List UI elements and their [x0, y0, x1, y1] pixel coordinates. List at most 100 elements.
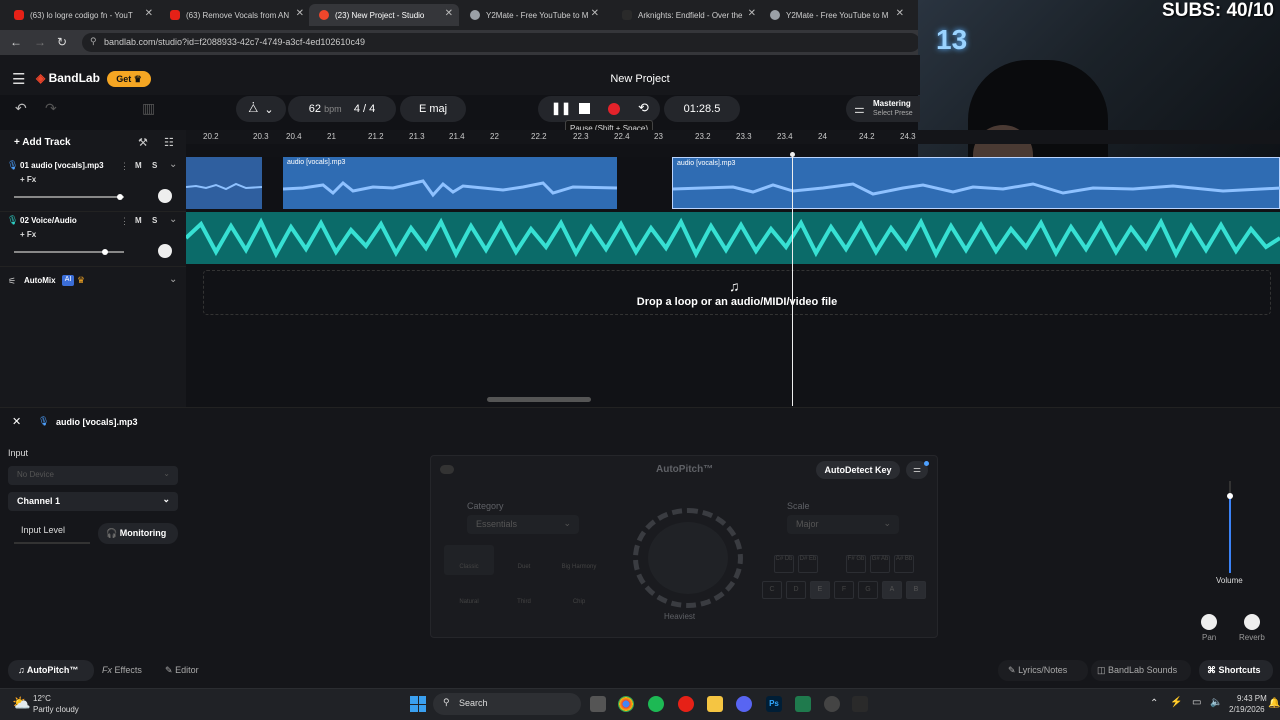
browser-tab[interactable]: Arknights: Endfield - Over the ✕ — [612, 4, 762, 26]
chevron-up-icon[interactable]: ⌃ — [1150, 698, 1158, 709]
app-icon[interactable] — [824, 696, 840, 712]
preset-third[interactable]: Third — [499, 580, 549, 610]
close-icon[interactable]: ✕ — [12, 415, 21, 428]
loop-icon[interactable]: ⟲ — [638, 100, 649, 116]
add-track-button[interactable]: + Add Track — [14, 137, 71, 148]
menu-icon[interactable]: ☰ — [12, 70, 25, 88]
browser-tab[interactable]: (63) lo logre codigo fn - YouT ✕ — [4, 4, 159, 26]
slider-handle[interactable] — [117, 194, 123, 200]
app-icon[interactable] — [678, 696, 694, 712]
add-fx-button[interactable]: + Fx — [20, 175, 36, 184]
url-field[interactable]: ⚲ bandlab.com/studio?id=f2088933-42c7-474… — [82, 33, 920, 52]
timeline-ruler[interactable]: 20.2 20.3 20.4 21 21.2 21.3 21.4 22 22.2 22.3 22.4… — [186, 130, 1280, 144]
bandlab-sounds-button[interactable]: ◫ BandLab Sounds — [1091, 660, 1191, 681]
audio-clip[interactable]: audio [vocals].mp3 — [283, 157, 617, 209]
slider-handle[interactable] — [102, 249, 108, 255]
spotify-icon[interactable] — [648, 696, 664, 712]
shortcuts-button[interactable]: ⌘ Shortcuts — [1199, 660, 1273, 681]
redo-icon[interactable]: ↷ — [45, 100, 57, 117]
key-button[interactable]: C — [762, 581, 782, 599]
preset-chip[interactable]: Chip — [554, 580, 604, 610]
photoshop-icon[interactable]: Ps — [766, 696, 782, 712]
lyrics-notes-button[interactable]: ✎ Lyrics/Notes — [998, 660, 1088, 681]
stop-icon[interactable] — [579, 103, 590, 114]
autopitch-tab[interactable]: ♫ AutoPitch™ — [8, 660, 94, 681]
key-button[interactable]: G# Ab — [870, 555, 890, 573]
editor-tab[interactable]: ✎ Editor — [165, 665, 199, 676]
key-button[interactable]: F# Gb — [846, 555, 866, 573]
excel-icon[interactable] — [795, 696, 811, 712]
audio-clip[interactable] — [184, 212, 1280, 264]
browser-tab[interactable]: Y2Mate - Free YouTube to M ✕ — [460, 4, 605, 26]
device-select[interactable]: No Device ⌄ — [8, 466, 178, 485]
automix-label[interactable]: AutoMix — [24, 276, 56, 285]
solo-button[interactable]: S — [152, 161, 157, 170]
solo-button[interactable]: S — [152, 216, 157, 225]
channel-select[interactable]: Channel 1 ⌄ — [8, 492, 178, 511]
track-header-2[interactable]: 🎙 02 Voice/Audio ⋮ M S ⌄ + Fx — [0, 212, 186, 267]
mastering-button[interactable]: ⚌ Mastering Select Prese — [846, 96, 920, 122]
preset-natural[interactable]: Natural — [444, 580, 494, 610]
key-selector[interactable]: E maj — [400, 96, 466, 122]
scale-select[interactable]: Major ⌄ — [787, 515, 899, 534]
autodetect-key-button[interactable]: AutoDetect Key — [816, 461, 900, 479]
undo-icon[interactable]: ↶ — [15, 100, 27, 117]
weather-icon[interactable]: ⛅ — [12, 694, 31, 712]
key-button-selected[interactable]: B — [906, 581, 926, 599]
add-fx-button[interactable]: + Fx — [20, 230, 36, 239]
forward-icon[interactable]: → — [34, 35, 46, 49]
piano-icon[interactable]: ▥ — [142, 100, 155, 117]
taskbar-clock[interactable]: 9:43 PM — [1237, 694, 1267, 703]
record-icon[interactable] — [608, 103, 620, 115]
chevron-down-icon[interactable]: ⌄ — [169, 214, 177, 225]
file-explorer-icon[interactable] — [707, 696, 723, 712]
key-button[interactable]: D# Eb — [798, 555, 818, 573]
track-header-1[interactable]: 🎙 01 audio [vocals].mp3 ⋮ M S ⌄ + Fx — [0, 157, 186, 212]
volume-slider[interactable] — [14, 249, 124, 255]
close-tab-icon[interactable]: ✕ — [445, 8, 453, 19]
monitoring-button[interactable]: 🎧 Monitoring — [98, 523, 178, 544]
key-button-selected[interactable]: A — [882, 581, 902, 599]
pause-icon[interactable]: ❚❚ — [551, 101, 571, 115]
windows-start-icon[interactable] — [410, 696, 426, 712]
volume-fader-track[interactable] — [1227, 481, 1233, 573]
network-icon[interactable]: ⚡ — [1170, 697, 1182, 708]
preset-classic[interactable]: Classic — [444, 545, 494, 575]
pan-knob[interactable] — [1201, 614, 1217, 630]
chevron-down-icon[interactable]: ⌄ — [169, 274, 177, 285]
site-info-icon[interactable]: ⚲ — [90, 36, 97, 47]
close-tab-icon[interactable]: ✕ — [296, 8, 304, 19]
taskbar-date[interactable]: 2/19/2026 — [1229, 705, 1265, 714]
close-tab-icon[interactable]: ✕ — [896, 8, 904, 19]
horizontal-scrollbar[interactable] — [487, 397, 591, 402]
key-button[interactable]: F — [834, 581, 854, 599]
app-icon[interactable] — [852, 696, 868, 712]
more-icon[interactable]: ⋮ — [120, 216, 129, 227]
tempo-timesig[interactable]: 62 bpm 4 / 4 — [288, 96, 396, 122]
browser-tab-active[interactable]: (23) New Project - Studio ✕ — [309, 4, 459, 26]
playhead-handle[interactable] — [790, 152, 795, 157]
effects-tab[interactable]: Fx Effects — [102, 665, 142, 675]
bpm-value[interactable]: 62 — [309, 103, 321, 115]
audio-clip[interactable] — [185, 157, 263, 209]
close-tab-icon[interactable]: ✕ — [748, 8, 756, 19]
close-tab-icon[interactable]: ✕ — [591, 8, 599, 19]
chevron-down-icon[interactable]: ⌄ — [169, 159, 177, 170]
key-button-selected[interactable]: E — [810, 581, 830, 599]
settings-sliders-icon[interactable]: ☷ — [164, 136, 174, 149]
bandlab-logo[interactable]: ◈ BandLab — [36, 71, 100, 85]
project-title[interactable]: New Project — [540, 73, 740, 85]
volume-slider[interactable] — [14, 194, 124, 200]
task-view-icon[interactable] — [590, 696, 606, 712]
metronome-button[interactable]: ⧊ ⌄ — [236, 96, 286, 122]
notification-icon[interactable]: 🔔 — [1268, 698, 1280, 709]
back-icon[interactable]: ← — [10, 35, 22, 49]
reload-icon[interactable]: ↻ — [57, 35, 67, 49]
mute-button[interactable]: M — [135, 161, 142, 170]
reverb-knob[interactable] — [1244, 614, 1260, 630]
key-button[interactable]: C# Db — [774, 555, 794, 573]
volume-icon[interactable]: 🔈 — [1210, 697, 1222, 708]
preset-duet[interactable]: Duet — [499, 545, 549, 575]
preset-big-harmony[interactable]: Big Harmony — [554, 545, 604, 575]
playhead[interactable] — [790, 152, 795, 406]
